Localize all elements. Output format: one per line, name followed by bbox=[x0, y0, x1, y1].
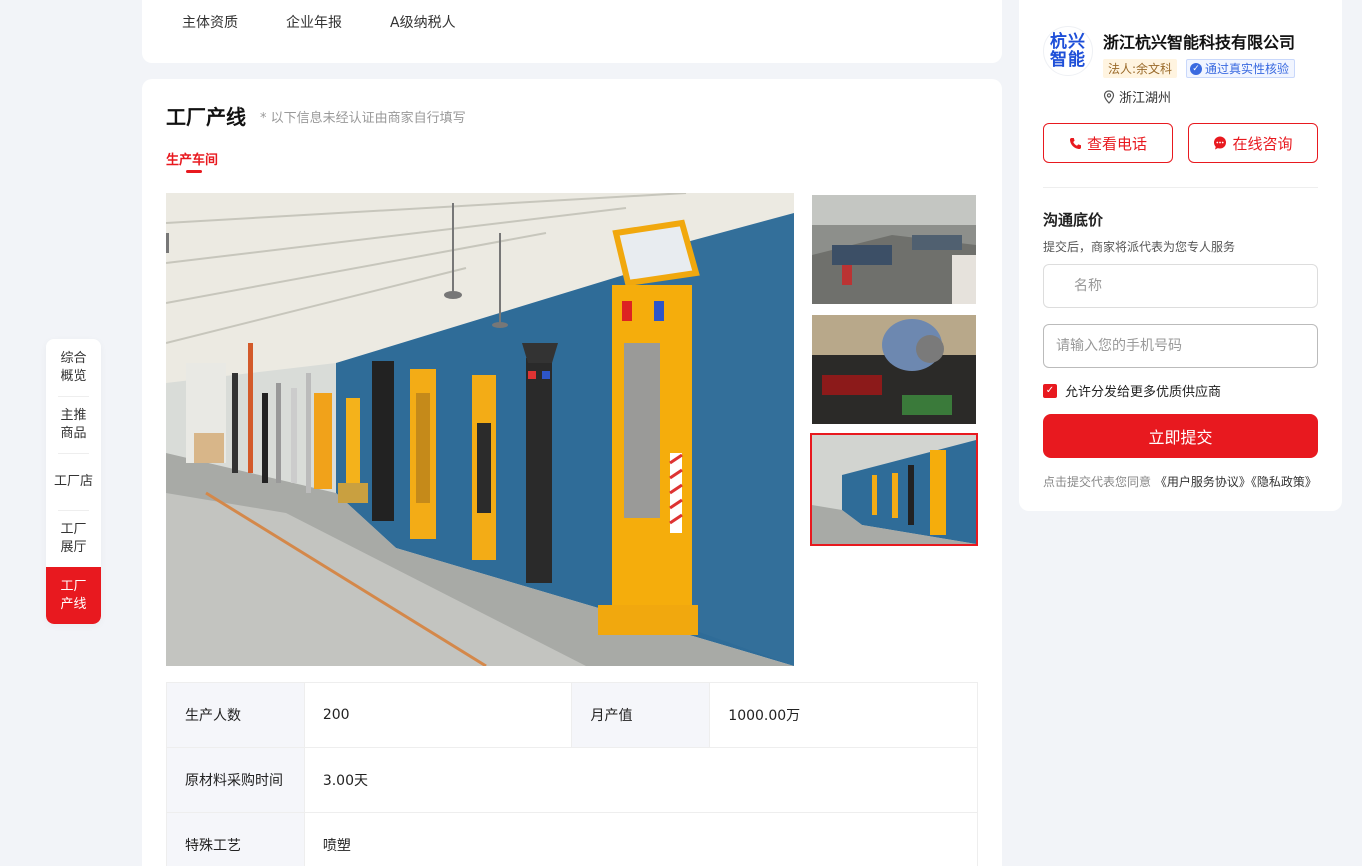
consent-checkbox[interactable]: ✓ bbox=[1043, 383, 1057, 398]
logo-text-line2: 智能 bbox=[1050, 50, 1086, 70]
verified-badge: ✓ 通过真实性核验 bbox=[1186, 59, 1296, 78]
chat-bubble-icon bbox=[1214, 136, 1227, 150]
side-nav-item-production-line[interactable]: 工厂 产线 bbox=[46, 567, 101, 624]
top-tabs: 主体资质 企业年报 A级纳税人 bbox=[182, 12, 456, 32]
agreement-prefix: 点击提交代表您同意 bbox=[1043, 475, 1152, 489]
view-phone-button[interactable]: 查看电话 bbox=[1043, 123, 1173, 163]
production-line-card: 工厂产线 * 以下信息未经认证由商家自行填写 生产车间 生产人数 200 月产值… bbox=[142, 79, 1002, 866]
form-note: 提交后，商家将派代表为您专人服务 bbox=[1043, 240, 1236, 254]
thumbnail-worker-assembly[interactable] bbox=[810, 313, 978, 426]
table-row: 生产人数 200 月产值 1000.00万 bbox=[166, 682, 978, 748]
side-nav-item-overview[interactable]: 综合 概览 bbox=[46, 339, 101, 396]
photo-thumbnails bbox=[810, 193, 978, 553]
tab-workshop[interactable]: 生产车间 bbox=[166, 149, 218, 168]
consent-label: 允许分发给更多优质供应商 bbox=[1065, 385, 1222, 400]
submit-button[interactable]: 立即提交 bbox=[1043, 414, 1318, 458]
side-nav-item-factory-showroom[interactable]: 工厂 展厅 bbox=[46, 510, 101, 567]
value-monthly-output: 1000.00万 bbox=[709, 682, 978, 748]
user-agreement-link[interactable]: 《用户服务协议》 bbox=[1155, 475, 1251, 489]
side-nav-item-featured-products[interactable]: 主推 商品 bbox=[46, 396, 101, 453]
location-label: 浙江湖州 bbox=[1119, 91, 1172, 106]
top-tabs-card: 主体资质 企业年报 A级纳税人 bbox=[142, 0, 1002, 63]
label-monthly-output: 月产值 bbox=[571, 682, 711, 748]
label-special-process: 特殊工艺 bbox=[166, 812, 305, 866]
agreement-text: 点击提交代表您同意 《用户服务协议》《隐私政策》 bbox=[1043, 473, 1317, 490]
value-special-process: 喷塑 bbox=[303, 812, 979, 866]
phone-icon bbox=[1069, 137, 1081, 149]
tab-active-indicator bbox=[186, 170, 202, 173]
name-input[interactable] bbox=[1043, 264, 1318, 308]
check-circle-icon: ✓ bbox=[1190, 62, 1202, 75]
label-procurement-time: 原材料采购时间 bbox=[166, 747, 305, 813]
privacy-policy-link[interactable]: 《隐私政策》 bbox=[1251, 475, 1317, 489]
online-consult-button[interactable]: 在线咨询 bbox=[1188, 123, 1318, 163]
section-title: 工厂产线 bbox=[166, 105, 246, 129]
side-nav-item-factory-store[interactable]: 工厂店 bbox=[46, 453, 101, 510]
company-panel: 杭兴 智能 浙江杭兴智能科技有限公司 法人:余文科 ✓ 通过真实性核验 浙江湖州… bbox=[1019, 0, 1342, 511]
value-procurement-time: 3.00天 bbox=[303, 747, 979, 813]
company-logo: 杭兴 智能 bbox=[1043, 26, 1093, 76]
side-nav: 综合 概览 主推 商品 工厂店 工厂 展厅 工厂 产线 bbox=[46, 339, 101, 624]
logo-text-line1: 杭兴 bbox=[1050, 32, 1086, 52]
tab-a-level-taxpayer[interactable]: A级纳税人 bbox=[390, 12, 456, 32]
thumbnail-showroom-kiosks[interactable] bbox=[810, 433, 978, 546]
thumbnail-workshop-overview[interactable] bbox=[810, 193, 978, 306]
company-name[interactable]: 浙江杭兴智能科技有限公司 bbox=[1103, 29, 1295, 53]
production-info-table: 生产人数 200 月产值 1000.00万 原材料采购时间 3.00天 特殊工艺… bbox=[166, 682, 979, 866]
tab-entity-qualification[interactable]: 主体资质 bbox=[182, 12, 238, 32]
tab-annual-report[interactable]: 企业年报 bbox=[286, 12, 342, 32]
distribute-consent-row[interactable]: ✓ 允许分发给更多优质供应商 bbox=[1043, 381, 1221, 400]
divider bbox=[1043, 187, 1318, 188]
table-row: 原材料采购时间 3.00天 bbox=[166, 747, 979, 813]
legal-rep-badge: 法人:余文科 bbox=[1103, 59, 1178, 78]
verified-badge-label: 通过真实性核验 bbox=[1205, 62, 1290, 76]
company-location: 浙江湖州 bbox=[1103, 87, 1171, 106]
section-disclaimer: * 以下信息未经认证由商家自行填写 bbox=[260, 111, 466, 126]
view-phone-label: 查看电话 bbox=[1086, 134, 1147, 153]
online-consult-label: 在线咨询 bbox=[1232, 134, 1293, 153]
value-workforce: 200 bbox=[303, 682, 573, 748]
form-title: 沟通底价 bbox=[1043, 211, 1104, 229]
phone-input[interactable] bbox=[1043, 324, 1318, 368]
main-photo[interactable] bbox=[166, 193, 794, 666]
label-workforce: 生产人数 bbox=[166, 682, 305, 748]
table-row: 特殊工艺 喷塑 bbox=[166, 812, 979, 866]
location-pin-icon bbox=[1103, 89, 1115, 104]
